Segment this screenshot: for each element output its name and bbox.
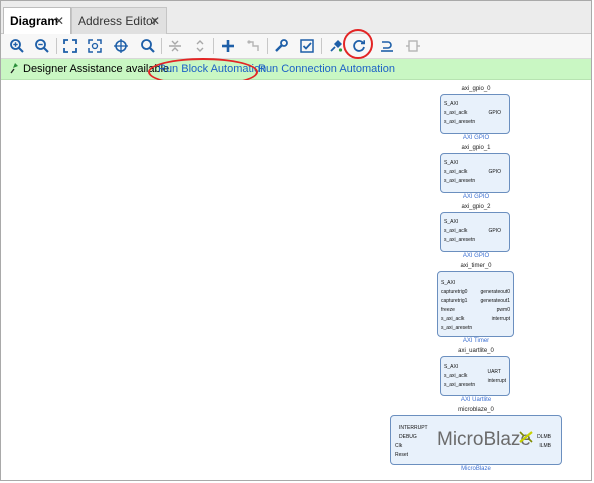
block-type-label: AXI Timer [462, 338, 490, 344]
port-label: S_AXI [444, 364, 459, 370]
microblaze-logo: MicroBlaze [437, 429, 531, 450]
optimize-routing-icon[interactable] [377, 36, 397, 56]
port-label: S_AXI [444, 101, 459, 107]
assistance-message: Designer Assistance available. [23, 63, 173, 75]
make-connection-icon[interactable] [244, 36, 264, 56]
ip-block[interactable]: S_AXI s_axi_aclk s_axi_aresetn GPIO [440, 94, 510, 134]
ip-block[interactable]: S_AXI s_axi_aclk s_axi_aresetn GPIO [440, 212, 510, 252]
settings-wrench-icon[interactable] [271, 36, 291, 56]
close-icon[interactable]: ✕ [150, 14, 160, 28]
search-icon[interactable] [138, 36, 158, 56]
close-icon[interactable]: ✕ [54, 14, 64, 28]
block-instance-name: microblaze_0 [458, 407, 494, 413]
port-label: generateout1 [480, 298, 510, 304]
port-label: GPIO [488, 169, 501, 175]
designer-assistance-bar: Designer Assistance available. Run Block… [1, 59, 591, 80]
port-label: s_axi_aclk [441, 316, 465, 322]
port-label: s_axi_aresetn [444, 119, 476, 125]
port-label: GPIO [488, 228, 501, 234]
block-type-label: AXI Uartlite [460, 397, 492, 403]
port-label: pwm0 [496, 307, 510, 313]
zoom-out-icon[interactable] [32, 36, 52, 56]
block-instance-name: axi_gpio_2 [461, 204, 491, 210]
block-instance-name: axi_timer_0 [460, 263, 492, 269]
port-icon[interactable] [403, 36, 423, 56]
port-label: S_AXI [444, 219, 459, 225]
port-label: generateout0 [480, 289, 510, 295]
port-label: s_axi_aclk [444, 228, 468, 234]
ip-block[interactable]: S_AXI capturetrig0 capturetrig1 freeze s… [437, 271, 514, 337]
zoom-in-icon[interactable] [7, 36, 27, 56]
add-ip-icon[interactable] [218, 36, 238, 56]
port-label: Reset [395, 452, 409, 458]
block-type-label: AXI GPIO [462, 253, 490, 259]
port-label: s_axi_aclk [444, 169, 468, 175]
diagram-toolbar [1, 34, 591, 59]
port-label: Clk [395, 443, 403, 449]
run-block-automation-link[interactable]: Run Block Automation [158, 63, 266, 75]
expand-all-icon[interactable] [190, 36, 210, 56]
block-type-label: AXI GPIO [462, 135, 490, 141]
port-label: interrupt [491, 316, 510, 322]
port-label: S_AXI [444, 160, 459, 166]
ip-block[interactable]: INTERRUPT DEBUG Clk Reset MicroBlaze DLM… [390, 415, 562, 465]
port-label: INTERRUPT [399, 425, 428, 431]
port-label: capturetrig0 [441, 289, 468, 295]
tab-bar: Diagram ✕ Address Editor ✕ [1, 1, 591, 34]
port-label: interrupt [487, 378, 506, 384]
block-type-label: MicroBlaze [461, 466, 491, 472]
regenerate-layout-icon[interactable] [349, 36, 369, 56]
zoom-fit-icon[interactable] [60, 36, 80, 56]
port-label: s_axi_aresetn [441, 325, 473, 331]
port-label: ILMB [539, 443, 551, 449]
tab-diagram-label: Diagram [10, 14, 59, 28]
port-label: UART [487, 369, 501, 375]
port-label: GPIO [488, 110, 501, 116]
ip-block[interactable]: S_AXI s_axi_aclk s_axi_aresetn GPIO [440, 153, 510, 193]
port-label: s_axi_aresetn [444, 382, 476, 388]
port-label: s_axi_aclk [444, 373, 468, 379]
tab-address-editor-label: Address Editor [78, 14, 157, 28]
block-type-label: AXI GPIO [462, 194, 490, 200]
pin-icon[interactable] [326, 36, 346, 56]
tab-address-editor[interactable]: Address Editor ✕ [71, 7, 167, 34]
xilinx-logo-icon [519, 431, 533, 443]
block-instance-name: axi_gpio_1 [461, 145, 491, 151]
ip-block[interactable]: S_AXI s_axi_aclk s_axi_aresetn UART inte… [440, 356, 510, 396]
validate-design-icon[interactable] [297, 36, 317, 56]
fit-selection-icon[interactable] [85, 36, 105, 56]
port-label: s_axi_aresetn [444, 178, 476, 184]
collapse-all-icon[interactable] [165, 36, 185, 56]
port-label: s_axi_aresetn [444, 237, 476, 243]
port-label: S_AXI [441, 280, 456, 286]
run-connection-automation-link[interactable]: Run Connection Automation [258, 63, 395, 75]
port-label: DLMB [537, 434, 551, 440]
port-label: DEBUG [399, 434, 417, 440]
auto-fit-icon[interactable] [111, 36, 131, 56]
port-label: s_axi_aclk [444, 110, 468, 116]
block-instance-name: axi_gpio_0 [461, 86, 491, 92]
port-label: freeze [441, 307, 455, 313]
tab-diagram[interactable]: Diagram ✕ [3, 7, 71, 34]
block-instance-name: axi_uartlite_0 [458, 348, 494, 354]
pushpin-icon [9, 62, 19, 77]
port-label: capturetrig1 [441, 298, 468, 304]
